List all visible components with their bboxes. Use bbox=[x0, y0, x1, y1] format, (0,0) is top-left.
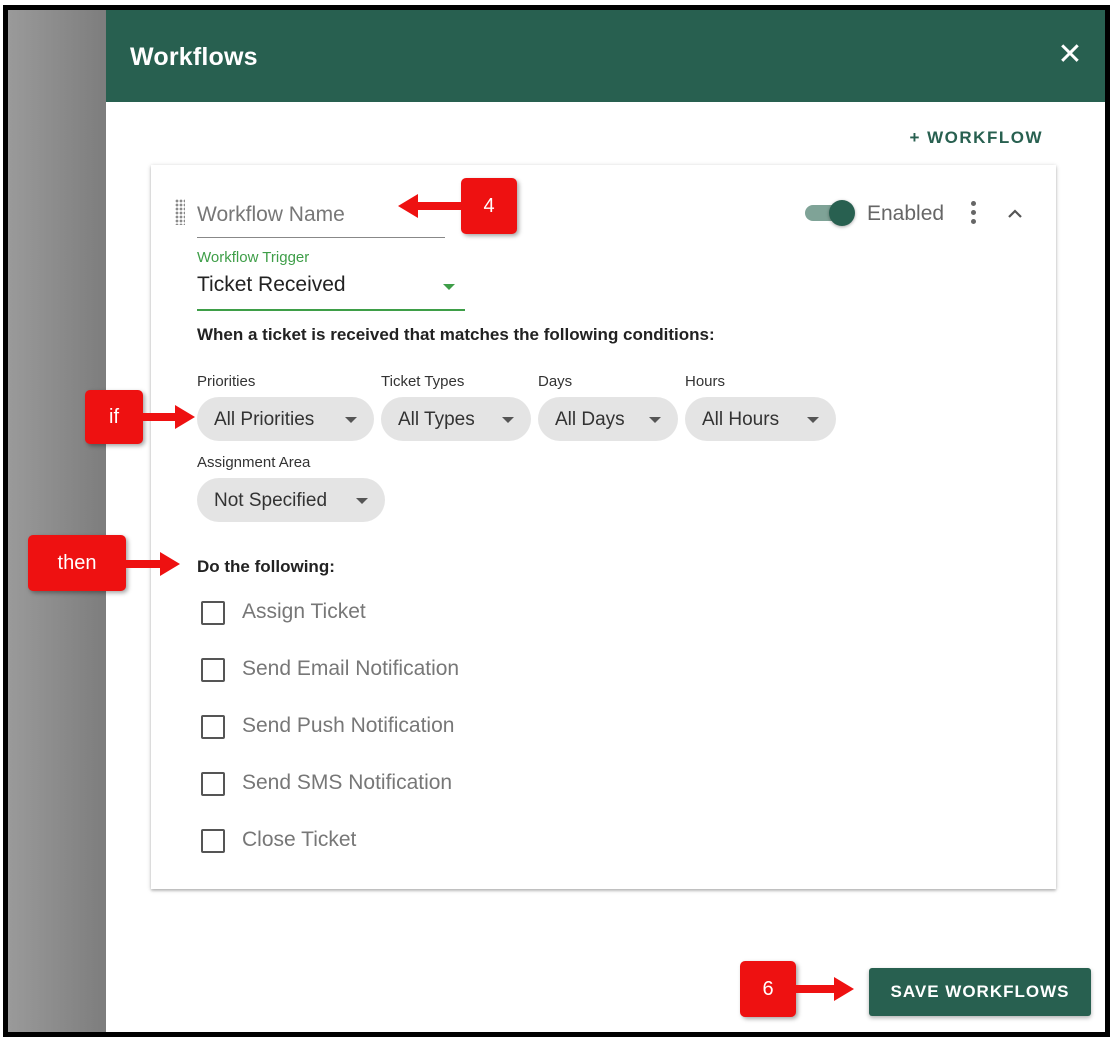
dropdown-arrow-icon bbox=[443, 284, 455, 290]
conditions-heading: When a ticket is received that matches t… bbox=[197, 325, 715, 344]
priorities-select[interactable]: All Priorities bbox=[197, 397, 374, 441]
trigger-select[interactable]: Ticket Received bbox=[197, 269, 465, 311]
action-label: Close Ticket bbox=[242, 828, 357, 851]
callout-if: if bbox=[85, 390, 143, 444]
callout-arrow-icon bbox=[124, 552, 180, 576]
days-select[interactable]: All Days bbox=[538, 397, 678, 441]
drag-handle-icon[interactable] bbox=[175, 199, 185, 225]
action-label: Send Email Notification bbox=[242, 657, 460, 680]
ticket-types-select[interactable]: All Types bbox=[381, 397, 531, 441]
more-vert-icon[interactable] bbox=[969, 201, 977, 227]
callout-then: then bbox=[28, 535, 126, 591]
ticket-types-label: Ticket Types bbox=[381, 373, 465, 390]
trigger-label: Workflow Trigger bbox=[197, 249, 310, 266]
dropdown-arrow-icon bbox=[807, 417, 819, 423]
workflows-dialog: Workflows ✕ + WORKFLOW Enabled Workflow … bbox=[106, 10, 1105, 1032]
dropdown-arrow-icon bbox=[356, 498, 368, 504]
screenshot-frame: Workflows ✕ + WORKFLOW Enabled Workflow … bbox=[3, 5, 1110, 1037]
ticket-types-value: All Types bbox=[398, 409, 475, 430]
checkbox[interactable] bbox=[201, 601, 225, 625]
chevron-up-icon[interactable] bbox=[1004, 203, 1026, 225]
hours-value: All Hours bbox=[702, 409, 780, 430]
actions-heading: Do the following: bbox=[197, 557, 335, 576]
dropdown-arrow-icon bbox=[345, 417, 357, 423]
toggle-knob bbox=[829, 200, 855, 226]
callout-arrow-icon bbox=[141, 405, 195, 429]
checkbox[interactable] bbox=[201, 715, 225, 739]
dropdown-arrow-icon bbox=[649, 417, 661, 423]
save-workflows-button[interactable]: SAVE WORKFLOWS bbox=[869, 968, 1091, 1016]
enabled-toggle[interactable] bbox=[805, 200, 857, 226]
hours-select[interactable]: All Hours bbox=[685, 397, 836, 441]
assignment-area-label: Assignment Area bbox=[197, 454, 311, 471]
priorities-label: Priorities bbox=[197, 373, 256, 390]
assignment-area-select[interactable]: Not Specified bbox=[197, 478, 385, 522]
workflow-card: Enabled Workflow Trigger Ticket Received… bbox=[151, 165, 1056, 889]
action-label: Assign Ticket bbox=[242, 600, 366, 623]
priorities-value: All Priorities bbox=[214, 409, 315, 430]
trigger-value: Ticket Received bbox=[197, 273, 346, 296]
callout-4: 4 bbox=[461, 178, 517, 234]
assignment-area-value: Not Specified bbox=[214, 490, 328, 511]
days-label: Days bbox=[538, 373, 573, 390]
days-value: All Days bbox=[555, 409, 625, 430]
callout-arrow-icon bbox=[398, 194, 464, 218]
callout-arrow-icon bbox=[794, 977, 854, 1001]
checkbox[interactable] bbox=[201, 658, 225, 682]
callout-6: 6 bbox=[740, 961, 796, 1017]
dropdown-arrow-icon bbox=[502, 417, 514, 423]
enabled-label: Enabled bbox=[867, 202, 945, 225]
close-icon[interactable]: ✕ bbox=[1055, 40, 1085, 70]
action-label: Send SMS Notification bbox=[242, 771, 453, 794]
page-backdrop bbox=[8, 10, 106, 1032]
add-workflow-button[interactable]: + WORKFLOW bbox=[909, 128, 1043, 148]
checkbox[interactable] bbox=[201, 829, 225, 853]
action-label: Send Push Notification bbox=[242, 714, 455, 737]
dialog-title: Workflows bbox=[130, 43, 258, 71]
dialog-header: Workflows ✕ bbox=[106, 10, 1105, 102]
checkbox[interactable] bbox=[201, 772, 225, 796]
hours-label: Hours bbox=[685, 373, 726, 390]
